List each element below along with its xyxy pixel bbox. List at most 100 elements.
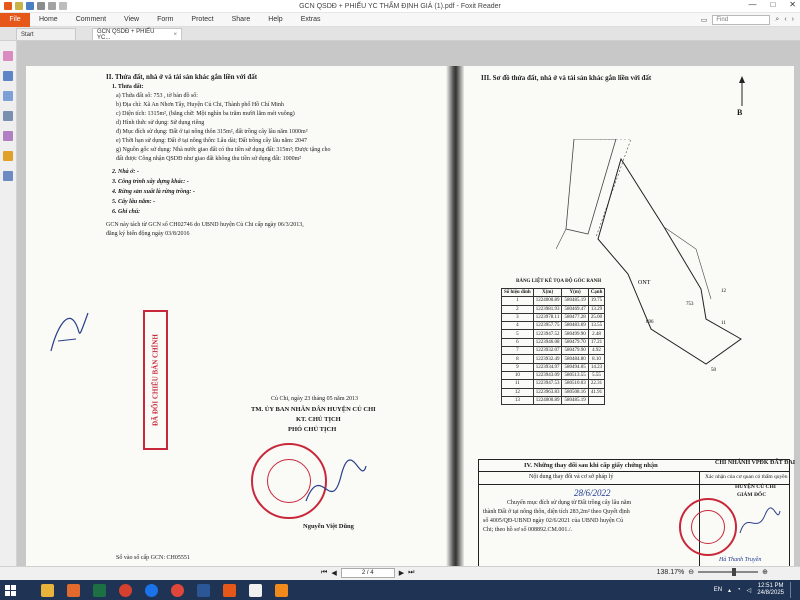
bookmarks-icon[interactable] — [3, 51, 13, 61]
file-explorer-icon[interactable] — [34, 580, 60, 600]
menu-extras[interactable]: Extras — [292, 16, 330, 23]
last-page-icon[interactable]: ⏭ — [408, 569, 414, 577]
tab-document[interactable]: GCN QSDĐ + PHIẾU YC... × — [92, 28, 182, 41]
table-cell: 1 — [501, 296, 534, 306]
zalo-icon[interactable] — [138, 580, 164, 600]
menu-form[interactable]: Form — [148, 16, 182, 23]
zoom-out-icon[interactable]: ⊖ — [688, 568, 694, 576]
signatures-icon[interactable] — [3, 171, 13, 181]
item-line: 3. Công trình xây dựng khác: - — [112, 179, 189, 185]
security-icon[interactable] — [3, 151, 13, 161]
table-cell: 580494.05 — [561, 362, 589, 372]
zoom-slider-knob[interactable] — [731, 568, 736, 576]
table-cell: 17.21 — [587, 337, 606, 348]
close-icon[interactable]: ✕ — [789, 0, 796, 9]
next-page-icon[interactable]: ▶ — [399, 569, 404, 577]
table-cell: 3 — [501, 312, 534, 323]
file-menu[interactable]: File — [0, 12, 30, 27]
next-result-icon[interactable]: › — [792, 16, 794, 23]
change-line: thành Đất ở tại nông thôn, diện tích 283… — [483, 509, 630, 515]
prev-result-icon[interactable]: ‹ — [784, 16, 786, 23]
parcel-line: c) Diện tích: 1315m², (bằng chữ: Một ngh… — [116, 111, 295, 117]
excel-icon[interactable] — [86, 580, 112, 600]
restore-ribbon-icon[interactable]: ▭ — [701, 16, 708, 24]
table-cell: 8.10 — [587, 354, 606, 364]
box-col-header: Xác nhận của cơ quan có thẩm quyền — [705, 474, 788, 480]
attachments-icon[interactable] — [3, 131, 13, 141]
start-button-icon[interactable] — [0, 580, 20, 600]
table-cell — [587, 395, 606, 406]
menu-share[interactable]: Share — [223, 16, 260, 23]
table-cell: 2.48 — [587, 329, 606, 339]
table-cell: 5.55 — [587, 370, 606, 381]
document-view[interactable]: II. Thửa đất, nhà ở và tài sản khác gắn … — [17, 41, 800, 566]
pages-icon[interactable] — [3, 71, 13, 81]
table-cell: 1224000.89 — [532, 395, 563, 406]
search-icon[interactable]: ⌕ — [775, 16, 779, 24]
menu-protect[interactable]: Protect — [182, 16, 222, 23]
table-row: 8 1223932.49 580484.80 8.10 — [501, 354, 606, 364]
layers-icon[interactable] — [3, 91, 13, 101]
menu-comment[interactable]: Comment — [67, 16, 115, 23]
navigation-panel — [0, 41, 17, 566]
signer-name: Nguyễn Việt Dũng — [303, 523, 354, 530]
table-row: 5 1223947.52 580499.90 2.48 — [501, 329, 606, 339]
maximize-icon[interactable]: □ — [770, 0, 775, 9]
menu-view[interactable]: View — [115, 16, 148, 23]
handwritten-signature — [305, 459, 367, 502]
language-indicator[interactable]: EN — [714, 587, 722, 593]
table-row: 12 1223963.83 580508.16 41.91 — [501, 387, 606, 397]
page-number-input[interactable]: 2 / 4 — [340, 568, 395, 578]
item-line: 2. Nhà ở: - — [112, 169, 139, 175]
table-cell: 22.31 — [587, 379, 606, 389]
official-seal-right — [679, 498, 737, 556]
windows-taskbar: EN ▴ ◔ ◁ 12:51 PM 24/8/2025 — [0, 580, 800, 600]
menu-help[interactable]: Help — [259, 16, 291, 23]
table-cell: 13 — [501, 395, 534, 406]
comments-icon[interactable] — [3, 111, 13, 121]
table-row: 7 1223932.07 580479.90 4.92 — [501, 346, 606, 356]
certified-copy-stamp: ĐÃ ĐỐI CHIẾU BẢN CHÍNH — [143, 310, 168, 450]
table-cell: 1223932.07 — [532, 346, 563, 356]
menu-home[interactable]: Home — [30, 16, 67, 23]
diagram-label: 11 — [721, 321, 726, 326]
table-cell: 12 — [501, 387, 534, 397]
find-input[interactable]: Find — [712, 14, 771, 25]
media-icon[interactable] — [60, 580, 86, 600]
table-cell: 13.29 — [587, 304, 606, 314]
word-icon[interactable] — [190, 580, 216, 600]
note-line: đăng ký biến động ngày 03/8/2016 — [106, 231, 190, 237]
table-row: 6 1223946.08 580479.70 17.21 — [501, 337, 606, 348]
show-desktop-button[interactable] — [790, 582, 794, 598]
table-cell: 4.92 — [587, 346, 606, 356]
network-icon[interactable]: ◔ — [737, 587, 741, 593]
table-row: 11 1223947.53 580510.03 22.31 — [501, 379, 606, 389]
first-page-icon[interactable]: ⏮ — [321, 569, 327, 577]
coordinates-table: Số hiệu đỉnh X(m) Y(m) Cạnh 1 1224000.89 5… — [501, 287, 606, 406]
tab-start[interactable]: Start — [16, 28, 76, 40]
table-header-row: Số hiệu đỉnh X(m) Y(m) Cạnh — [501, 287, 606, 298]
chrome-icon[interactable] — [164, 580, 190, 600]
section-title-ii: II. Thửa đất, nhà ở và tài sản khác gắn … — [106, 73, 258, 81]
table-row: 9 1223934.97 580494.05 14.23 — [501, 362, 606, 372]
zoom-in-icon[interactable]: ⊕ — [762, 568, 768, 576]
table-cell: 11 — [501, 379, 534, 389]
parcel-line: b) Địa chỉ: Xã An Nhơn Tây, Huyện Củ Chi… — [116, 102, 284, 108]
diagram-label: ONT — [638, 280, 651, 286]
previous-page-icon[interactable]: ◀ — [331, 569, 336, 577]
changes-box: IV. Những thay đổi sau khi cấp giấy chứn… — [478, 459, 795, 566]
pdf-icon[interactable] — [242, 580, 268, 600]
zoom-level[interactable]: 138.17% — [657, 569, 685, 576]
close-tab-icon[interactable]: × — [173, 32, 177, 38]
foxit-icon[interactable] — [216, 580, 242, 600]
volume-icon[interactable]: ◁ — [747, 587, 752, 594]
zoom-slider[interactable] — [698, 568, 759, 576]
status-bar: ⏮ ◀ 2 / 4 ▶ ⏭ 138.17% ⊖ ⊕ — [0, 566, 800, 580]
chrome-icon[interactable] — [112, 580, 138, 600]
clock[interactable]: 12:51 PM 24/8/2025 — [757, 583, 784, 597]
app-g-icon[interactable] — [268, 580, 294, 600]
parcel-line: e) Thời hạn sử dụng: Đất ở tại nông thôn… — [116, 138, 307, 144]
minimize-icon[interactable]: — — [748, 0, 756, 9]
show-hidden-icons-icon[interactable]: ▴ — [728, 587, 731, 594]
branch-name: CHI NHÁNH VPĐK ĐẤT ĐAI — [715, 460, 796, 466]
